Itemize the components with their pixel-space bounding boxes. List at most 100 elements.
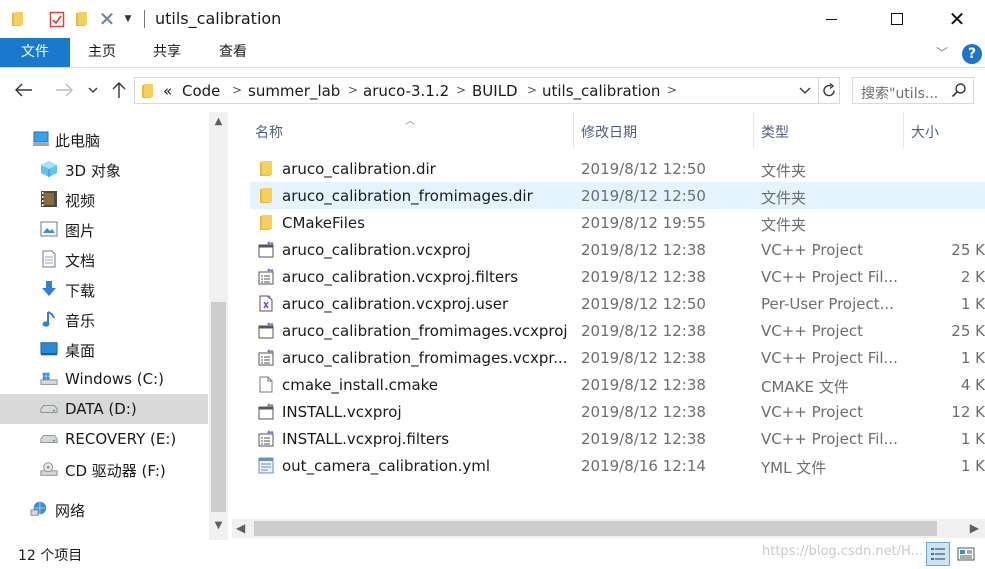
scrollbar-thumb[interactable]: [211, 302, 226, 512]
close-button[interactable]: ✕: [934, 0, 980, 38]
breadcrumb-code[interactable]: Code: [182, 82, 220, 100]
item-count: 12 个项目: [18, 548, 83, 564]
file-date-modified: 2019/8/12 19:55: [581, 214, 706, 232]
file-row[interactable]: aruco_calibration_fromimages.dir 2019/8/1…: [250, 182, 985, 209]
file-row[interactable]: INSTALL.vcxproj.filters 2019/8/12 12:38 VC…: [250, 425, 985, 452]
folder-icon: [258, 187, 274, 204]
address-history-icon[interactable]: [799, 84, 811, 97]
help-icon[interactable]: ?: [962, 44, 982, 64]
navigation-bar: « Code > summer_lab > aruco-3.1.2 > BUIL…: [0, 70, 985, 110]
tab-view[interactable]: 查看: [206, 38, 260, 67]
column-header-name[interactable]: 名称: [232, 112, 572, 148]
file-date-modified: 2019/8/12 12:38: [581, 268, 706, 286]
delete-icon[interactable]: ✕: [98, 9, 116, 29]
breadcrumb-separator[interactable]: >: [527, 83, 537, 97]
folder-icon: [258, 160, 274, 177]
details-view-icon: [931, 548, 945, 560]
expand-ribbon-icon[interactable]: ﹀: [936, 44, 948, 61]
file-list-horizontal-scrollbar[interactable]: ◀ ▶: [232, 519, 985, 538]
forward-button[interactable]: [52, 79, 76, 101]
sidebar-item-label: 文档: [65, 252, 96, 270]
minimize-button[interactable]: [808, 0, 854, 38]
tab-share[interactable]: 共享: [140, 38, 194, 67]
column-header-type[interactable]: 类型: [754, 112, 902, 148]
column-header-date[interactable]: 修改日期: [574, 112, 752, 148]
refresh-button[interactable]: [819, 77, 840, 104]
scroll-right-icon[interactable]: ▶: [970, 521, 979, 535]
recent-locations-button[interactable]: [86, 79, 100, 101]
back-button[interactable]: [12, 79, 36, 101]
file-row[interactable]: aruco_calibration_fromimages.vcxpr... 201…: [250, 344, 985, 371]
large-icons-view-button[interactable]: [954, 542, 978, 566]
up-button[interactable]: [108, 79, 130, 101]
file-name: aruco_calibration_fromimages.dir: [282, 187, 533, 205]
file-row[interactable]: out_camera_calibration.yml 2019/8/16 12:1…: [250, 452, 985, 479]
breadcrumb-summer-lab[interactable]: summer_lab: [248, 82, 340, 100]
properties-icon[interactable]: [48, 10, 66, 28]
breadcrumb-build[interactable]: BUILD: [472, 82, 518, 100]
sidebar-item-this-pc[interactable]: 此电脑: [0, 124, 208, 154]
videos-icon: [40, 190, 58, 208]
navigation-scrollbar[interactable]: ▲ ▼: [209, 112, 228, 540]
divider: [144, 10, 145, 28]
cmake-file-icon: [258, 376, 274, 393]
file-row[interactable]: aruco_calibration.dir 2019/8/12 12:50 文件夹: [250, 155, 985, 182]
new-folder-icon[interactable]: [74, 10, 90, 28]
breadcrumb-aruco[interactable]: aruco-3.1.2: [363, 82, 449, 100]
search-box[interactable]: 搜索"utils...: [852, 77, 974, 104]
file-date-modified: 2019/8/12 12:50: [581, 160, 706, 178]
tab-file[interactable]: 文件: [0, 38, 70, 67]
file-row[interactable]: aruco_calibration.vcxproj.user 2019/8/12 …: [250, 290, 985, 317]
tab-home[interactable]: 主页: [78, 38, 126, 67]
folder-icon: [142, 84, 153, 98]
sidebar-item-music[interactable]: 音乐: [0, 304, 208, 334]
arrow-right-icon: [56, 83, 73, 97]
breadcrumb-separator[interactable]: >: [667, 83, 677, 97]
folder-icon: [10, 10, 26, 28]
breadcrumb-utils-calibration[interactable]: utils_calibration: [542, 82, 660, 100]
file-row[interactable]: aruco_calibration.vcxproj 2019/8/12 12:38…: [250, 236, 985, 263]
file-row[interactable]: INSTALL.vcxproj 2019/8/12 12:38 VC++ Proje…: [250, 398, 985, 425]
customize-toolbar-icon[interactable]: ▼: [122, 10, 134, 28]
desktop-icon: [40, 340, 58, 358]
file-name: aruco_calibration.vcxproj.user: [282, 295, 509, 313]
file-row[interactable]: aruco_calibration.vcxproj.filters 2019/8/…: [250, 263, 985, 290]
file-row[interactable]: aruco_calibration_fromimages.vcxproj 2019…: [250, 317, 985, 344]
breadcrumb-separator[interactable]: >: [232, 83, 242, 97]
sidebar-item-pictures[interactable]: 图片: [0, 214, 208, 244]
sidebar-item-downloads[interactable]: 下载: [0, 274, 208, 304]
breadcrumb-separator[interactable]: >: [456, 83, 466, 97]
file-name: INSTALL.vcxproj.filters: [282, 430, 450, 448]
details-view-button[interactable]: [926, 542, 950, 566]
maximize-button[interactable]: [874, 0, 920, 38]
refresh-icon: [823, 83, 835, 97]
file-row[interactable]: cmake_install.cmake 2019/8/12 12:38 CMAKE …: [250, 371, 985, 398]
sidebar-item-label: 视频: [65, 192, 96, 210]
sidebar-item-3d-objects[interactable]: 3D 对象: [0, 154, 208, 184]
column-header-size[interactable]: 大小: [904, 112, 985, 148]
sidebar-item-recovery-e[interactable]: RECOVERY (E:): [0, 424, 208, 454]
address-bar[interactable]: « Code > summer_lab > aruco-3.1.2 > BUIL…: [134, 77, 819, 104]
scrollbar-thumb[interactable]: [254, 521, 937, 536]
music-icon: [40, 310, 58, 328]
sidebar-item-network[interactable]: 网络: [0, 494, 208, 524]
scroll-left-icon[interactable]: ◀: [236, 521, 245, 535]
column-header-label: 大小: [911, 125, 939, 141]
file-row[interactable]: CMakeFiles 2019/8/12 19:55 文件夹: [250, 209, 985, 236]
breadcrumb-separator[interactable]: >: [348, 83, 358, 97]
sidebar-item-documents[interactable]: 文档: [0, 244, 208, 274]
sidebar-item-cd-drive-f[interactable]: CD 驱动器 (F:): [0, 454, 208, 484]
search-icon[interactable]: [951, 82, 967, 98]
scroll-up-icon[interactable]: ▲: [209, 116, 228, 132]
sidebar-item-windows-c[interactable]: Windows (C:): [0, 364, 208, 394]
scroll-down-icon[interactable]: ▼: [209, 520, 228, 536]
search-input[interactable]: 搜索"utils...: [861, 83, 938, 103]
sidebar-item-data-d[interactable]: DATA (D:): [0, 394, 208, 424]
sidebar-item-videos[interactable]: 视频: [0, 184, 208, 214]
sidebar-item-desktop[interactable]: 桌面: [0, 334, 208, 364]
breadcrumb-overflow[interactable]: «: [163, 82, 172, 100]
file-size: 1 K: [960, 295, 985, 313]
file-size: 1 K: [960, 457, 985, 475]
vcxproj-filters-icon: [258, 430, 274, 447]
file-type: VC++ Project Fil...: [761, 430, 898, 448]
